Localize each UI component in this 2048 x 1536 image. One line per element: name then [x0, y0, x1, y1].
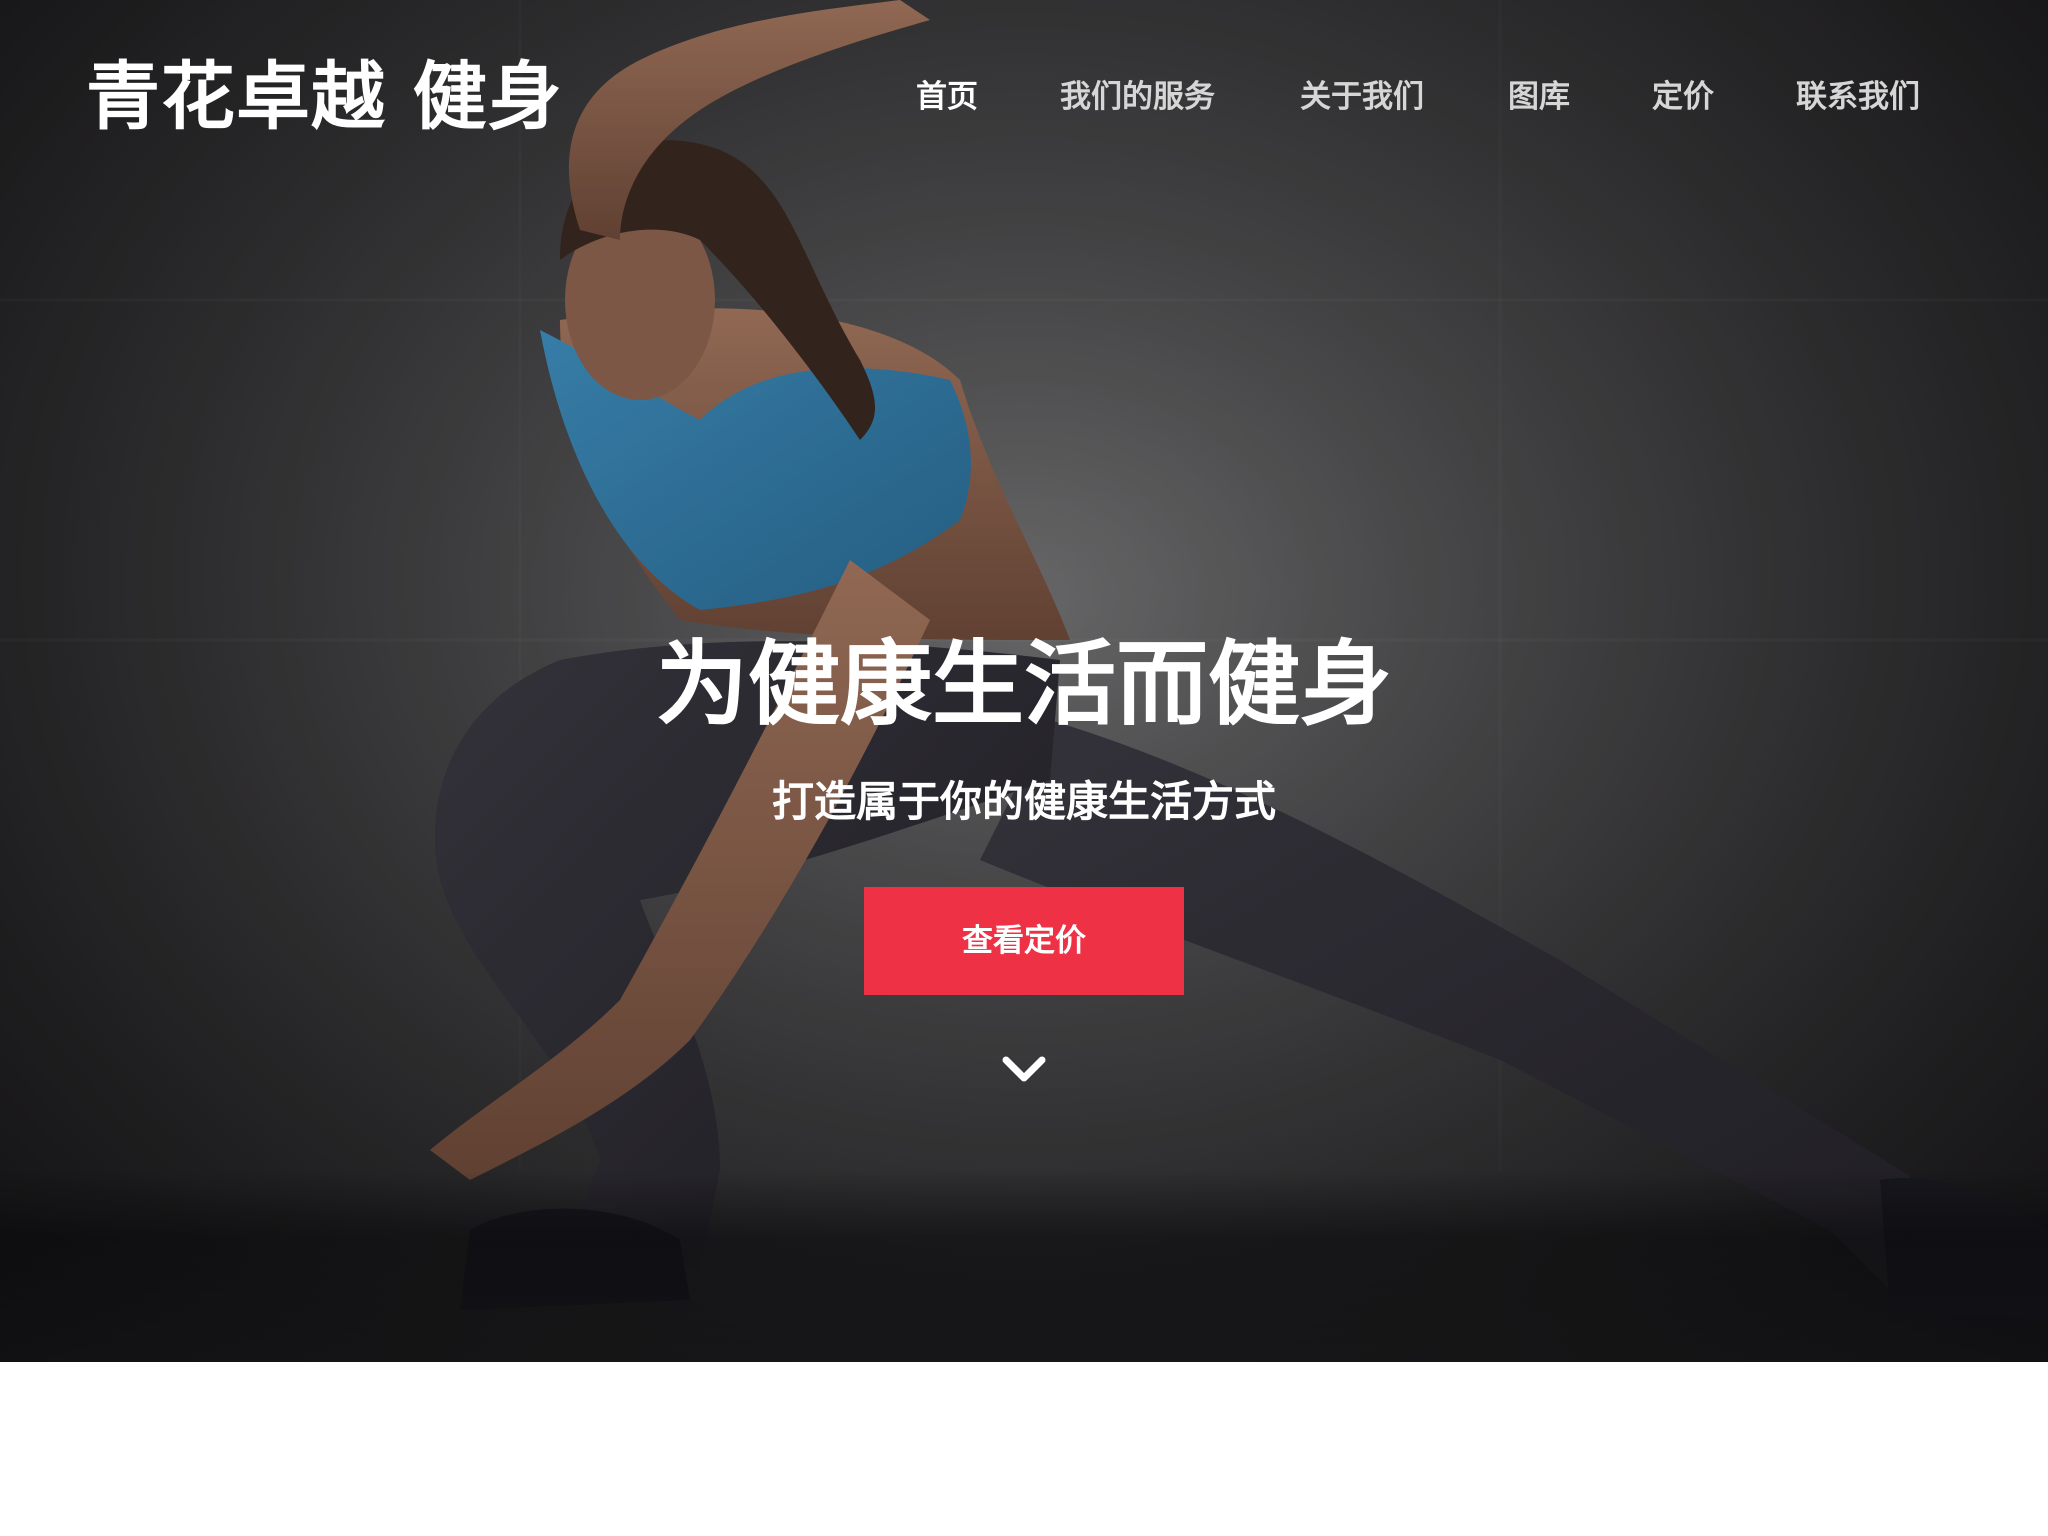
nav-item-about[interactable]: 关于我们 — [1300, 72, 1424, 122]
scroll-down-button[interactable] — [998, 1048, 1050, 1088]
view-pricing-button[interactable]: 查看定价 — [864, 887, 1184, 995]
hero-subheadline: 打造属于你的健康生活方式 — [771, 777, 1276, 826]
nav-item-home[interactable]: 首页 — [916, 72, 978, 122]
landing-page: 青花卓越 健身 首页 我们的服务 关于我们 图库 定价 联系我们 为健康生活而健… — [0, 0, 2048, 1536]
nav-item-pricing[interactable]: 定价 — [1652, 72, 1714, 122]
nav-item-contact[interactable]: 联系我们 — [1796, 72, 1920, 122]
chevron-down-icon — [1002, 1056, 1046, 1082]
nav-item-services[interactable]: 我们的服务 — [1060, 72, 1215, 122]
main-nav: 首页 我们的服务 关于我们 图库 定价 联系我们 — [0, 72, 2048, 122]
hero-section: 青花卓越 健身 首页 我们的服务 关于我们 图库 定价 联系我们 为健康生活而健… — [0, 0, 2048, 1362]
hero-headline: 为健康生活而健身 — [655, 631, 1392, 738]
content-section — [0, 1362, 2048, 1536]
nav-item-gallery[interactable]: 图库 — [1508, 72, 1570, 122]
